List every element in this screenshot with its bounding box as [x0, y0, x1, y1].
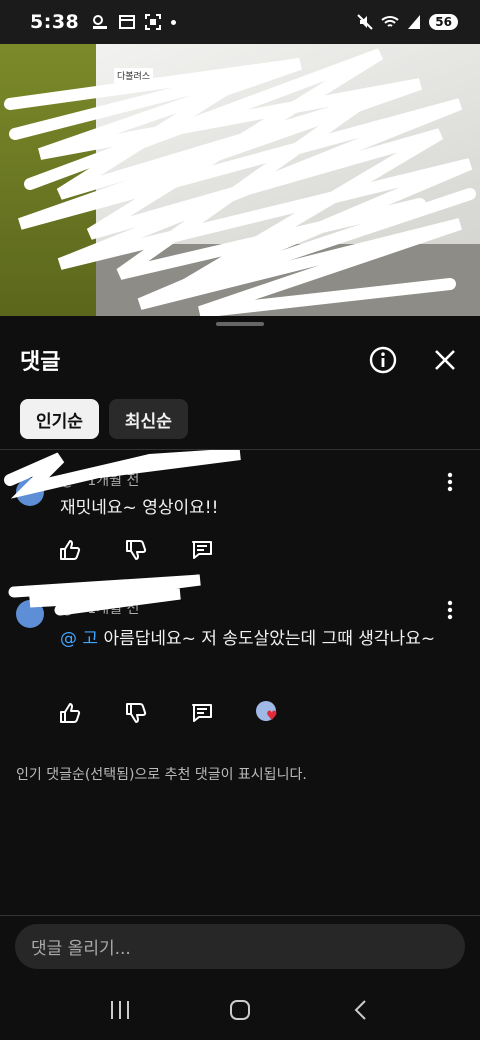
chip-top[interactable]: 인기순 — [20, 399, 99, 439]
status-time: 5:38 — [30, 11, 80, 33]
thumbs-down-icon — [126, 703, 147, 723]
dislike-button[interactable] — [124, 701, 148, 725]
creator-heart-badge: ♥ — [256, 701, 280, 725]
composer-divider — [0, 915, 480, 916]
status-notification-icons — [91, 14, 177, 30]
thumbs-down-icon — [126, 540, 147, 560]
battery-badge: 56 — [429, 14, 458, 30]
pay-icon — [93, 15, 108, 29]
redaction-scribble — [4, 48, 476, 316]
recent-apps-button[interactable] — [100, 990, 140, 1030]
back-button[interactable] — [340, 990, 380, 1030]
like-button[interactable] — [58, 538, 82, 562]
mute-icon — [357, 14, 374, 30]
info-button[interactable] — [368, 345, 398, 375]
reply-button[interactable] — [190, 701, 214, 725]
home-button[interactable] — [220, 990, 260, 1030]
more-button[interactable] — [440, 470, 460, 494]
close-button[interactable] — [430, 345, 460, 375]
reply-button[interactable] — [190, 538, 214, 562]
system-nav-bar — [0, 980, 480, 1040]
calendar-icon — [119, 15, 136, 29]
screenshot-icon — [145, 14, 162, 30]
comment-body: 아름답네요~ 저 송도살았는데 그때 생각나요~ — [98, 629, 436, 649]
sort-notice: 인기 댓글순(선택됨)으로 추천 댓글이 표시됩니다. — [16, 767, 307, 783]
close-icon — [435, 350, 455, 370]
recent-apps-icon — [111, 1001, 129, 1019]
heart-icon: ♥ — [266, 709, 278, 724]
redaction-scribble — [8, 574, 201, 616]
comment-input[interactable]: 댓글 올리기... — [15, 924, 465, 969]
dislike-button[interactable] — [124, 538, 148, 562]
comment-actions: ♥ — [58, 701, 280, 725]
sheet-drag-handle[interactable] — [216, 322, 264, 326]
sort-chips: 인기순 최신순 — [20, 399, 188, 439]
more-button[interactable] — [440, 598, 460, 622]
comment-actions — [58, 538, 214, 562]
status-system-icons: 56 — [357, 14, 458, 30]
back-icon — [354, 1000, 366, 1020]
video-player[interactable]: 다볼려스 — [0, 44, 480, 316]
more-vert-icon — [447, 472, 453, 492]
status-bar: 5:38 56 — [0, 0, 480, 44]
comments-header: 댓글 — [0, 330, 480, 390]
reply-icon — [192, 704, 212, 722]
reply-icon — [192, 541, 212, 559]
more-vert-icon — [447, 600, 453, 620]
info-icon — [369, 346, 397, 374]
comments-title: 댓글 — [20, 350, 61, 375]
like-button[interactable] — [58, 701, 82, 725]
home-icon — [230, 1000, 250, 1020]
mention-link[interactable]: @ 고 — [60, 629, 98, 649]
thumbs-up-icon — [60, 540, 81, 560]
thumbs-up-icon — [60, 703, 81, 723]
signal-icon — [408, 15, 421, 29]
chip-newest[interactable]: 최신순 — [108, 399, 188, 439]
dot-icon — [171, 19, 177, 25]
comment-text: @ 고 아름답네요~ 저 송도살았는데 그때 생각나요~ — [60, 624, 440, 654]
redaction-scribble — [4, 450, 241, 499]
wifi-icon — [381, 16, 399, 27]
